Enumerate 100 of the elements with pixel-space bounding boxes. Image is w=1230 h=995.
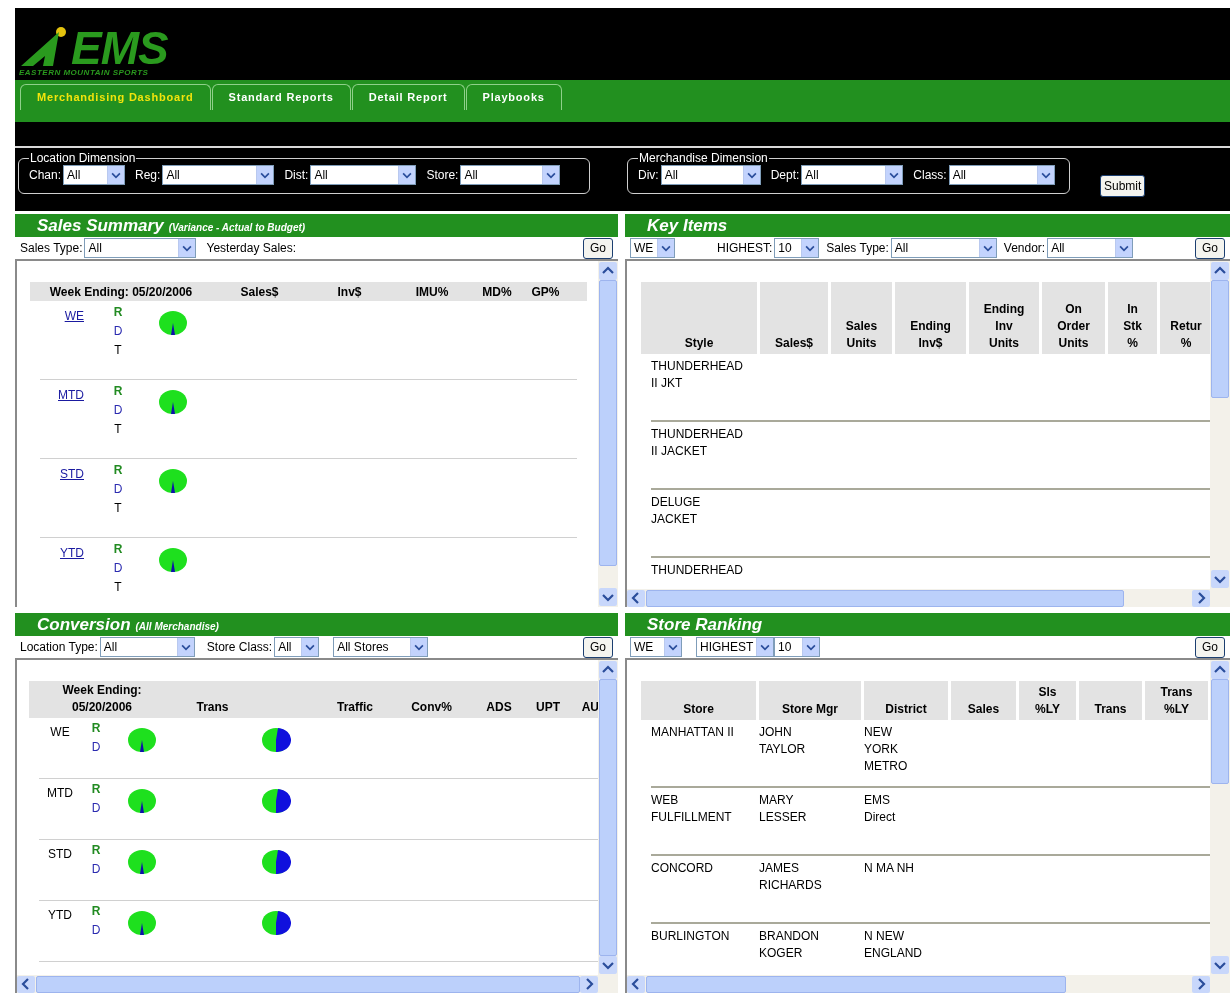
scrollbar[interactable] (1210, 261, 1230, 589)
column-header: GP% (531, 284, 560, 301)
header-cell: Style (641, 282, 757, 354)
submit-button[interactable]: Submit (1100, 175, 1146, 197)
field-label: Dist: (284, 167, 309, 184)
field-label: Class: (913, 167, 947, 184)
row-label: R (91, 842, 101, 859)
tab[interactable]: Standard Reports (211, 84, 351, 110)
scrollbar-thumb[interactable] (646, 589, 1124, 607)
section-title: Conversion (37, 616, 131, 634)
group-legend: Location Dimension (29, 151, 137, 165)
logo-text: EMS (71, 28, 168, 68)
scroll-down-button[interactable] (1211, 570, 1229, 588)
field-label: Dept: (770, 167, 800, 184)
field-label: Location Type: (20, 639, 98, 656)
dropdown[interactable]: 10 (774, 637, 820, 657)
dropdown[interactable]: All (162, 165, 275, 185)
dropdown[interactable]: All (660, 165, 761, 185)
column-header: Week Ending: 05/20/2006 (49, 284, 193, 301)
section-title: Key Items (647, 217, 728, 235)
dropdown[interactable]: All (890, 238, 997, 258)
scrollbar-thumb[interactable] (1211, 679, 1229, 784)
table-cell-text: DELUGE JACKET (651, 494, 702, 528)
header-cell: Retur % (1160, 282, 1210, 354)
header-cell: Store Mgr (759, 681, 861, 720)
row-label: T (114, 421, 122, 438)
section-title: Sales Summary (37, 217, 164, 235)
dropdown[interactable]: All Stores (333, 637, 429, 657)
period-link[interactable]: WE (64, 309, 84, 323)
scroll-right-button[interactable] (580, 975, 598, 993)
row-label: D (113, 560, 123, 577)
header-cell: District (864, 681, 948, 720)
scrollbar-thumb[interactable] (646, 975, 1066, 993)
header-cell: On Order Units (1042, 282, 1105, 354)
column-header: Conv% (411, 699, 452, 716)
dropdown[interactable]: All (801, 165, 904, 185)
scroll-left-button[interactable] (627, 975, 645, 993)
scrollbar[interactable] (1210, 660, 1230, 975)
scrollbar[interactable] (598, 660, 618, 975)
row-label: R (91, 720, 101, 737)
scrollbar[interactable] (627, 589, 1230, 607)
logo-tagline: EASTERN MOUNTAIN SPORTS (19, 68, 150, 77)
scroll-down-button[interactable] (1211, 956, 1229, 974)
dropdown[interactable]: All (274, 637, 320, 657)
scroll-up-button[interactable] (599, 661, 617, 679)
go-button[interactable]: Go (1195, 636, 1225, 658)
scrollbar-thumb[interactable] (1211, 280, 1229, 398)
column-header: UPT (536, 699, 560, 716)
scroll-up-button[interactable] (599, 262, 617, 280)
scroll-up-button[interactable] (1211, 661, 1229, 679)
scrollbar[interactable] (598, 261, 618, 607)
dropdown[interactable]: WE (630, 637, 682, 657)
dropdown[interactable]: All (84, 238, 197, 258)
dropdown[interactable]: All (63, 165, 126, 185)
dropdown[interactable]: All (460, 165, 561, 185)
go-button[interactable]: Go (1195, 237, 1225, 259)
dropdown[interactable]: All (310, 165, 417, 185)
table-cell-text: MANHATTAN II (651, 724, 735, 741)
scroll-left-button[interactable] (627, 589, 645, 607)
tab[interactable]: Detail Report (351, 84, 465, 110)
column-header: IMU% (415, 284, 449, 301)
dropdown[interactable]: All (99, 637, 195, 657)
period-link[interactable]: YTD (60, 546, 84, 560)
field-label: Sales Type: (826, 240, 889, 257)
field-label: HIGHEST: (717, 240, 773, 257)
scroll-down-button[interactable] (599, 956, 617, 974)
header-cell: Sales Units (831, 282, 892, 354)
period-link[interactable]: MTD (58, 388, 84, 402)
dropdown[interactable]: 10 (774, 238, 820, 258)
table-cell-text: CONCORD (651, 860, 714, 877)
period-link[interactable]: STD (60, 467, 84, 481)
scroll-left-button[interactable] (17, 975, 35, 993)
header-cell: Sales (951, 681, 1016, 720)
scroll-down-button[interactable] (599, 588, 617, 606)
group-legend: Merchandise Dimension (638, 151, 769, 165)
dropdown[interactable]: WE (630, 238, 675, 258)
column-header: Sales$ (240, 284, 279, 301)
header-cell: Sls %LY (1019, 681, 1076, 720)
scrollbar-thumb[interactable] (599, 679, 617, 956)
pie-chart (158, 468, 188, 494)
go-button[interactable]: Go (583, 636, 613, 658)
row-label: R (113, 541, 123, 558)
field-label: Div: (638, 167, 659, 184)
scroll-right-button[interactable] (1192, 975, 1210, 993)
dropdown[interactable]: All (948, 165, 1055, 185)
table-cell-text: N MA NH (864, 860, 915, 877)
go-button[interactable]: Go (583, 237, 613, 259)
dropdown[interactable]: All (1047, 238, 1134, 258)
scrollbar-thumb[interactable] (599, 280, 617, 566)
scroll-up-button[interactable] (1211, 262, 1229, 280)
tab[interactable]: Playbooks (465, 84, 562, 110)
table-cell-text: JOHN TAYLOR (759, 724, 807, 758)
table-cell-text: THUNDERHEAD II JKT (651, 358, 744, 392)
row-label: D (113, 402, 123, 419)
column-header: Trans (196, 699, 229, 716)
scroll-right-button[interactable] (1192, 589, 1210, 607)
header-cell: Ending Inv$ (895, 282, 966, 354)
dropdown[interactable]: HIGHEST (696, 637, 774, 657)
scrollbar[interactable] (627, 975, 1230, 993)
period-label: YTD (48, 908, 72, 922)
